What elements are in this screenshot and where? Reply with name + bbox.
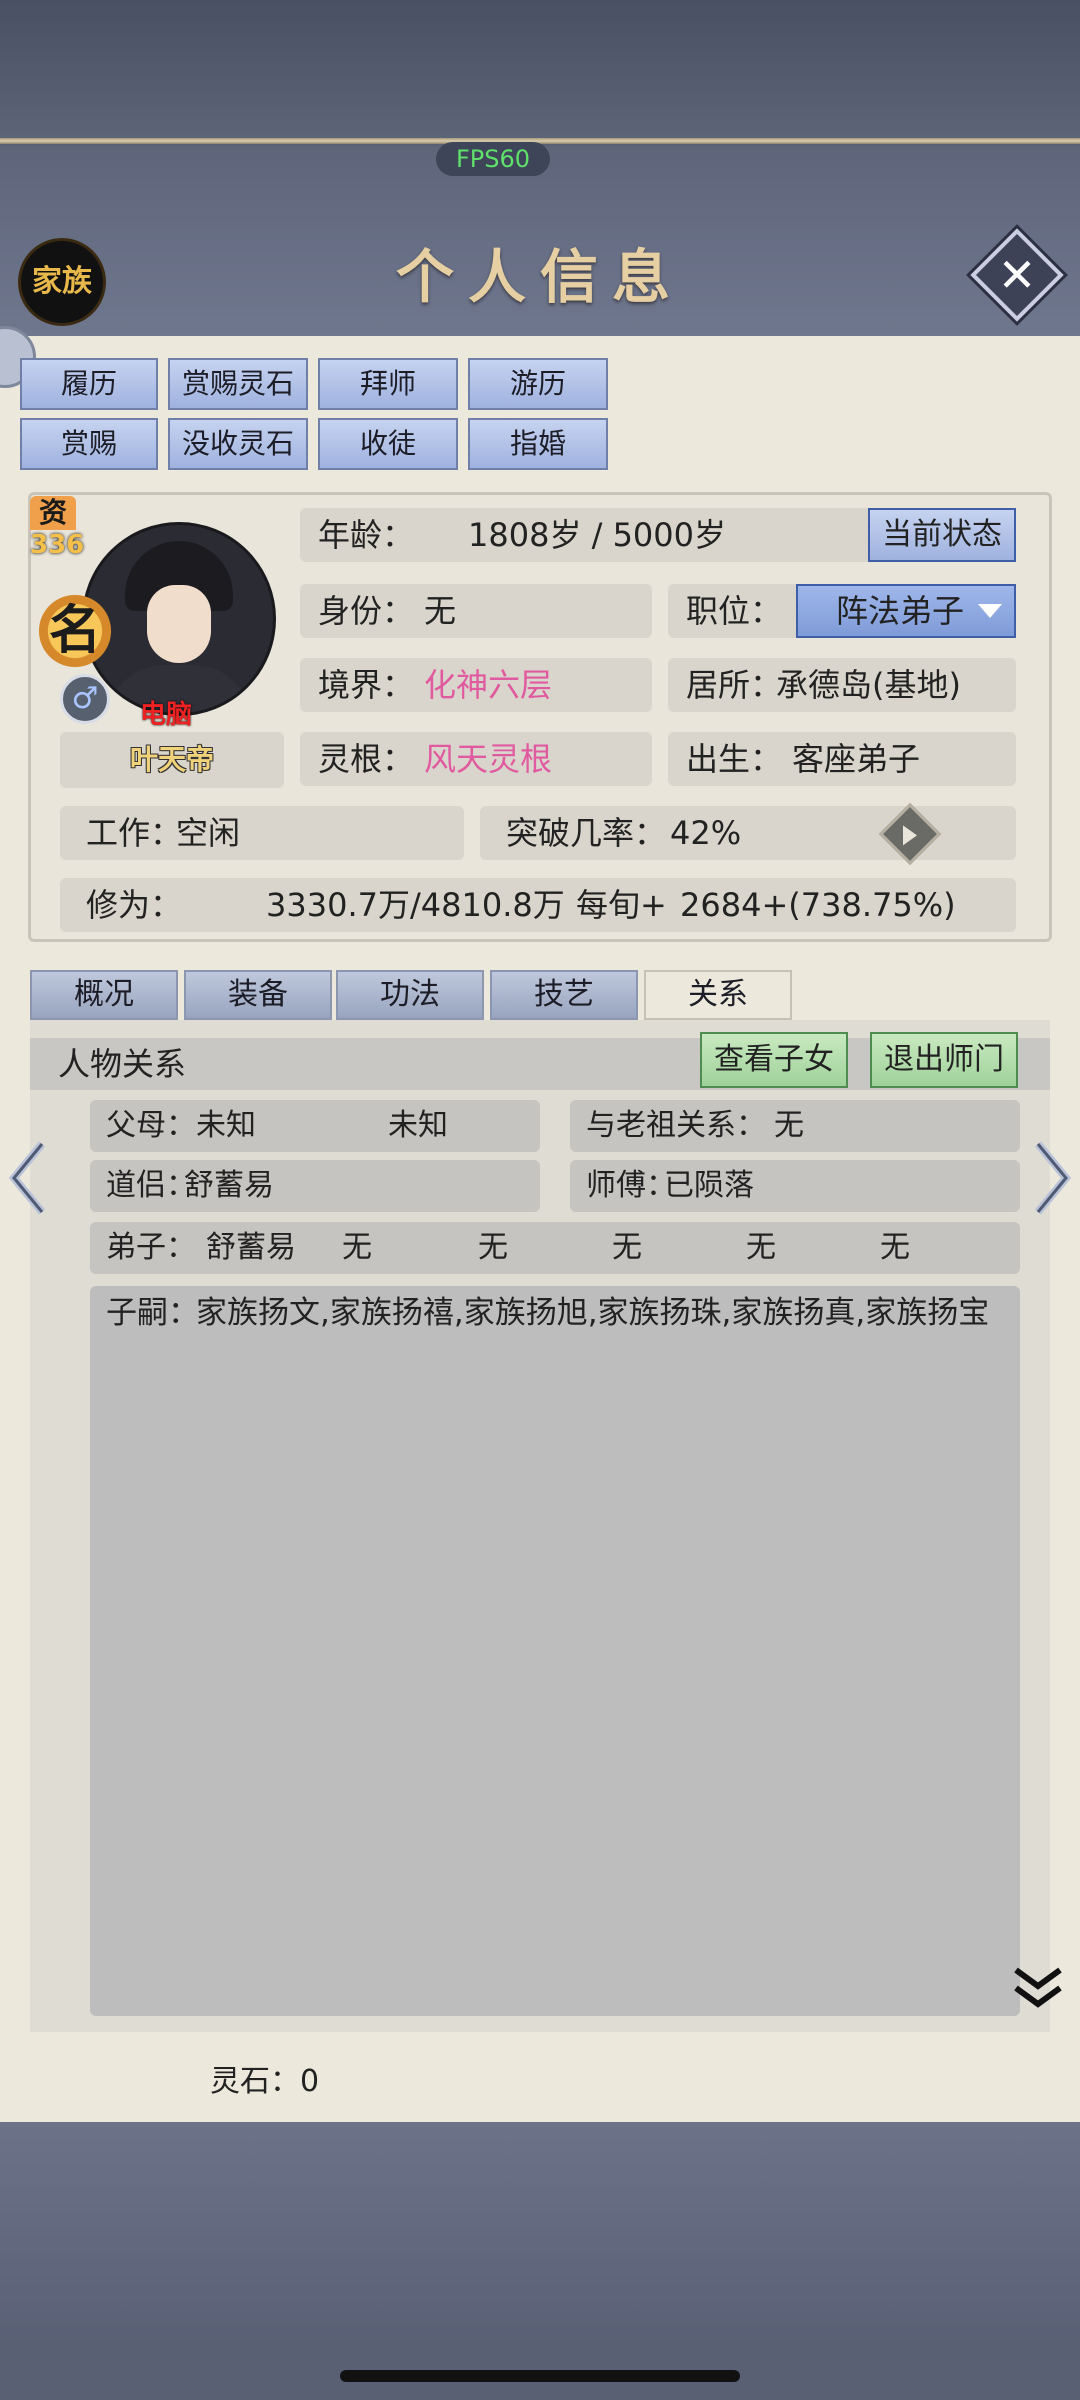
ancestor-relation-label: 与老祖关系： [586, 1108, 766, 1143]
mother-value: 未知 [388, 1108, 448, 1143]
avatar-face [147, 585, 211, 663]
male-icon: ♂ [60, 674, 110, 724]
tab-equipment[interactable]: 装备 [184, 970, 332, 1020]
resume-button[interactable]: 履历 [20, 358, 158, 410]
age-label: 年龄： [318, 516, 415, 554]
disciple-name: 无 [612, 1230, 642, 1265]
position-dropdown[interactable]: 阵法弟子 [796, 584, 1016, 638]
residence-label: 居所： [686, 666, 783, 704]
master-label: 师傅： [586, 1168, 676, 1203]
home-indicator[interactable] [340, 2370, 740, 2382]
cultivation-field: 修为： 3330.7万/4810.8万 每旬+ 2684+(738.75%) [60, 878, 1016, 932]
cultivation-label: 修为： [86, 886, 183, 924]
tab-relations[interactable]: 关系 [644, 970, 792, 1020]
disciple-name: 无 [478, 1230, 508, 1265]
aptitude-badge: 资 336 [30, 496, 85, 586]
identity-field: 身份： 无 [300, 584, 652, 638]
reward-spirit-stone-button[interactable]: 赏赐灵石 [168, 358, 308, 410]
spirit-root-value: 风天灵根 [424, 740, 553, 778]
children-field: 子嗣： 家族扬文,家族扬禧,家族扬旭,家族扬珠,家族扬真,家族扬宝 [90, 1286, 1020, 2016]
parents-label: 父母： [106, 1108, 196, 1143]
disciples-label: 弟子： [106, 1230, 196, 1265]
spirit-stone-label: 灵石： [210, 2064, 300, 2099]
become-disciple-button[interactable]: 拜师 [318, 358, 458, 410]
realm-label: 境界： [318, 666, 415, 704]
children-label: 子嗣： [106, 1295, 199, 1331]
cultivation-value: 3330.7万/4810.8万 [266, 886, 565, 924]
birth-label: 出生： [686, 740, 783, 778]
realm-value: 化神六层 [424, 666, 553, 704]
residence-field: 居所： 承德岛(基地) [668, 658, 1016, 712]
accept-disciple-button[interactable]: 收徒 [318, 418, 458, 470]
partner-label: 道侣： [106, 1168, 196, 1203]
chevron-left-icon [8, 1141, 46, 1215]
next-character-button[interactable] [1032, 1138, 1072, 1218]
top-background [0, 0, 1080, 140]
double-chevron-down-icon [1014, 1967, 1062, 2008]
position-label: 职位： [686, 592, 783, 630]
parents-field: 父母： 未知 未知 [90, 1100, 540, 1152]
view-children-button[interactable]: 查看子女 [700, 1032, 848, 1088]
tab-skills[interactable]: 技艺 [490, 970, 638, 1020]
identity-value: 无 [424, 592, 457, 630]
position-value: 阵法弟子 [836, 592, 965, 630]
partner-value: 舒蓄易 [184, 1168, 274, 1203]
expand-button[interactable] [1010, 1960, 1066, 2016]
family-button[interactable]: 家族 [18, 238, 106, 326]
master-value: 已陨落 [664, 1168, 754, 1203]
character-name: 叶天帝 [60, 732, 284, 788]
chevron-right-icon [1034, 1141, 1072, 1215]
aptitude-value: 336 [30, 530, 85, 560]
play-icon [903, 825, 917, 846]
master-field: 师傅： 已陨落 [570, 1160, 1020, 1212]
disciple-name: 无 [880, 1230, 910, 1265]
breakthrough-label: 突破几率： [506, 814, 667, 852]
ancestor-relation-value: 无 [774, 1108, 804, 1143]
work-label: 工作： [86, 814, 183, 852]
reward-button[interactable]: 赏赐 [20, 418, 158, 470]
relations-title: 人物关系 [58, 1045, 187, 1083]
spirit-root-field: 灵根： 风天灵根 [300, 732, 652, 786]
ancestor-relation-field: 与老祖关系： 无 [570, 1100, 1020, 1152]
per-period-label: 每旬+ [576, 886, 667, 924]
age-value: 1808岁 / 5000岁 [468, 516, 727, 554]
partner-field: 道侣： 舒蓄易 [90, 1160, 540, 1212]
disciple-name: 舒蓄易 [206, 1230, 296, 1265]
page-title: 个人信息 [395, 243, 684, 311]
fps-counter: FPS60 [436, 142, 550, 176]
residence-value: 承德岛(基地) [776, 666, 961, 704]
work-field: 工作： 空闲 [60, 806, 464, 860]
birth-field: 出生： 客座弟子 [668, 732, 1016, 786]
identity-label: 身份： [318, 592, 415, 630]
disciples-field: 弟子： 舒蓄易 无 无 无 无 无 [90, 1222, 1020, 1274]
fame-badge: 名 [30, 592, 120, 670]
aptitude-label: 资 [30, 496, 76, 530]
ai-controlled-tag: 电脑 [140, 700, 193, 730]
confiscate-spirit-stone-button[interactable]: 没收灵石 [168, 418, 308, 470]
close-icon: ✕ [997, 248, 1037, 302]
birth-value: 客座弟子 [792, 740, 921, 778]
tab-overview[interactable]: 概况 [30, 970, 178, 1020]
spirit-stone-display: 灵石：0 [210, 2060, 319, 2104]
spirit-stone-value: 0 [300, 2064, 320, 2099]
leave-sect-button[interactable]: 退出师门 [870, 1032, 1018, 1088]
disciple-name: 无 [746, 1230, 776, 1265]
spirit-root-label: 灵根： [318, 740, 415, 778]
disciple-name: 无 [342, 1230, 372, 1265]
tab-techniques[interactable]: 功法 [336, 970, 484, 1020]
children-value: 家族扬文,家族扬禧,家族扬旭,家族扬珠,家族扬真,家族扬宝 [196, 1295, 990, 1331]
arrange-marriage-button[interactable]: 指婚 [468, 418, 608, 470]
current-state-button[interactable]: 当前状态 [868, 508, 1016, 562]
per-period-value: 2684+(738.75%) [680, 886, 956, 924]
work-value: 空闲 [176, 814, 241, 852]
father-value: 未知 [196, 1108, 256, 1143]
breakthrough-value: 42% [670, 814, 742, 852]
previous-character-button[interactable] [8, 1138, 48, 1218]
realm-field: 境界： 化神六层 [300, 658, 652, 712]
travel-button[interactable]: 游历 [468, 358, 608, 410]
bottom-background [0, 2122, 1080, 2342]
chevron-down-icon [978, 604, 1002, 618]
